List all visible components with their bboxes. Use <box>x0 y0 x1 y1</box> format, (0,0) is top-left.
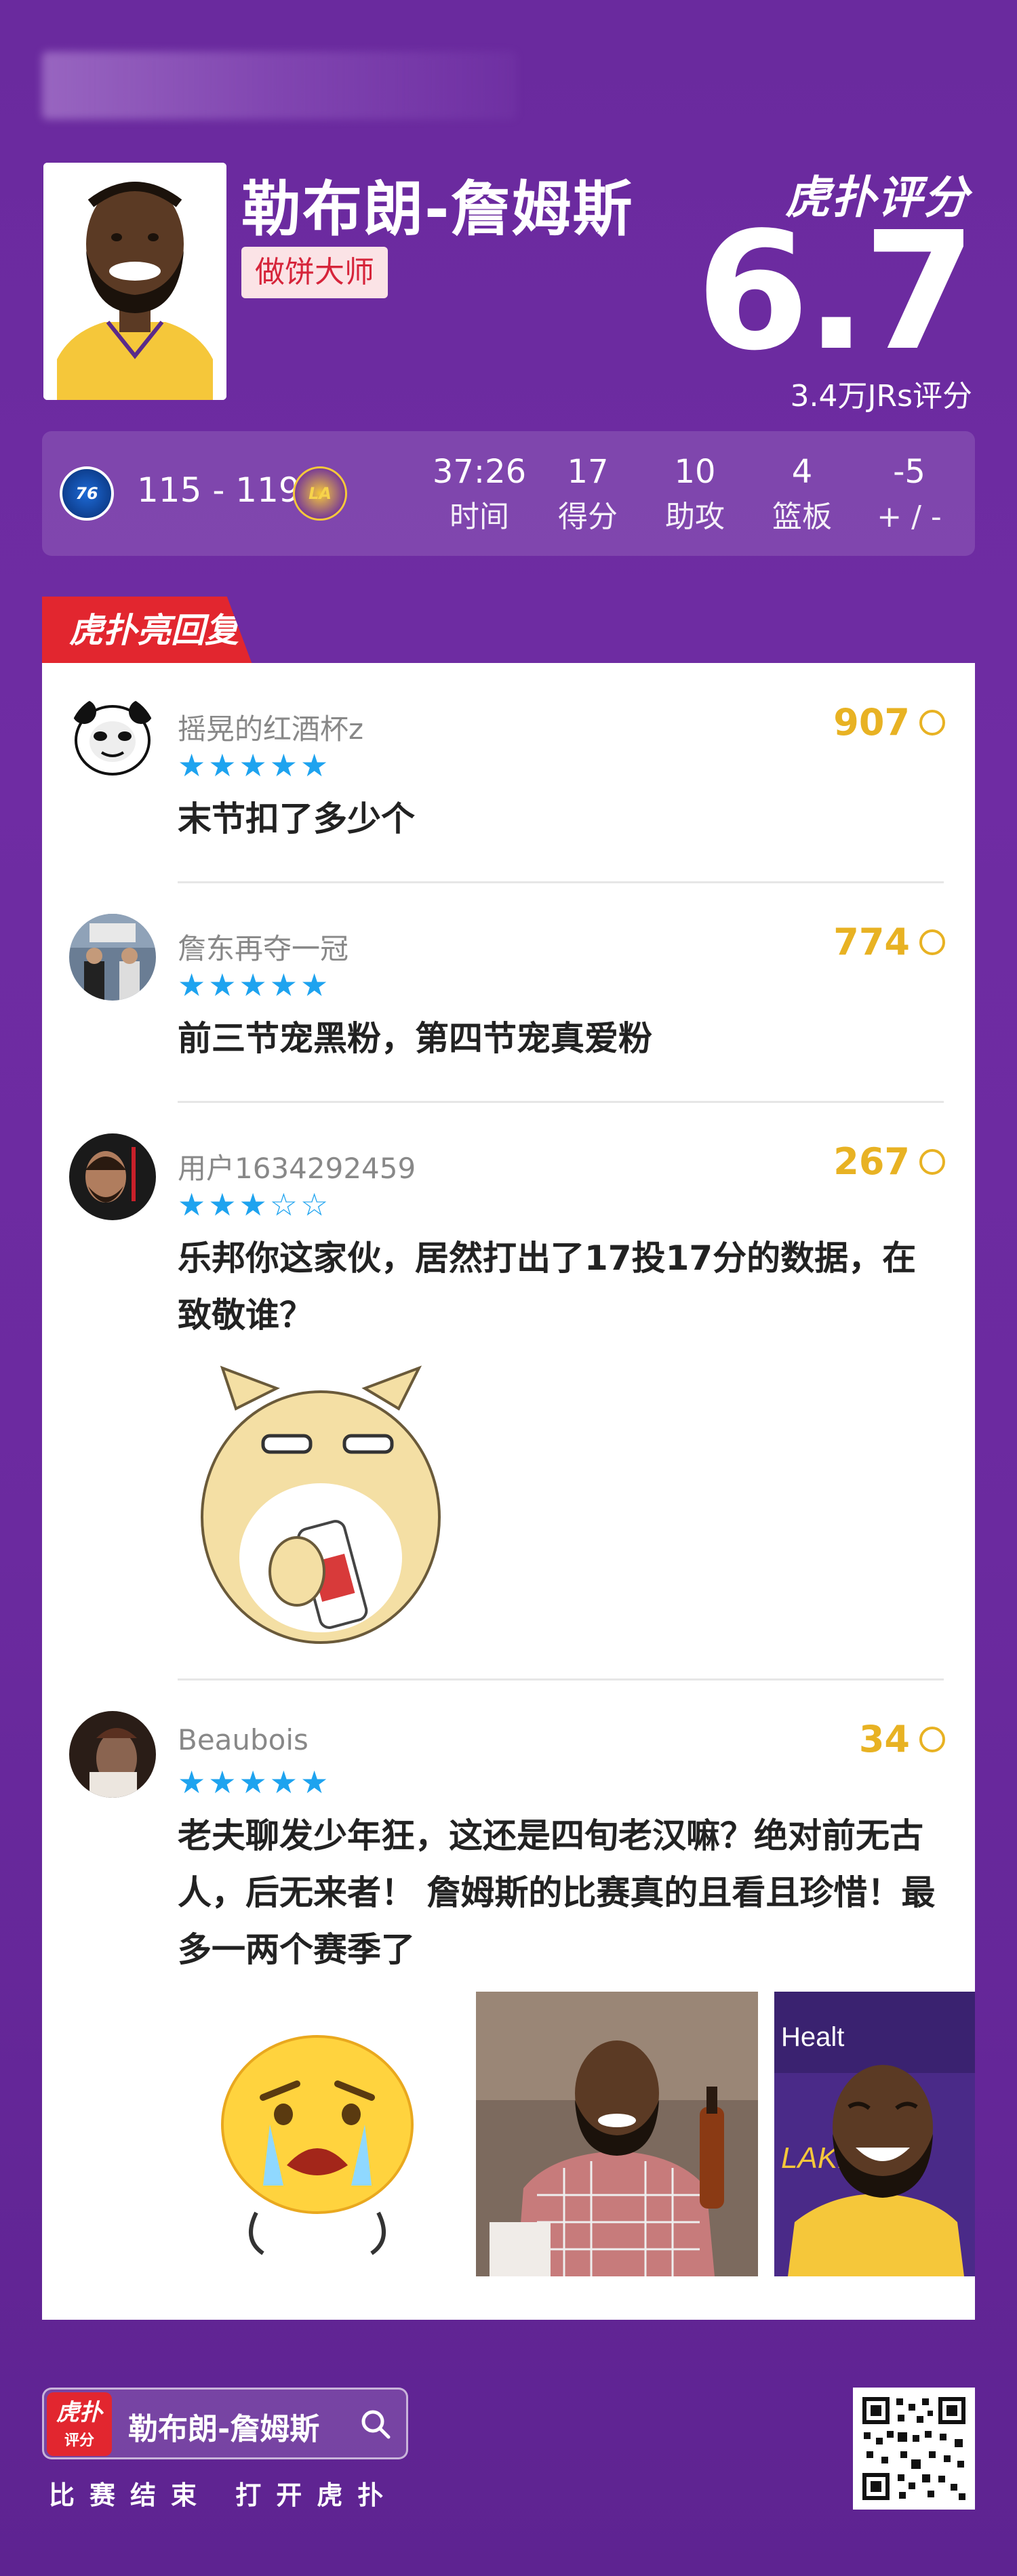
stat-label: 助攻 <box>665 500 725 534</box>
qr-code[interactable] <box>853 2388 975 2510</box>
footer-search-text: 勒布朗-詹姆斯 <box>128 2412 320 2447</box>
stat-points: 17 得分 <box>537 450 639 541</box>
like-count[interactable]: 774 <box>833 921 945 963</box>
crying-emoji-sticker[interactable] <box>175 1996 460 2276</box>
hupu-app-logo: 虎扑 评分 <box>47 2392 112 2456</box>
game-score: 115 - 119 <box>137 470 300 510</box>
avatar[interactable] <box>69 694 156 781</box>
highlight-replies-tag: 虎扑亮回复 <box>42 597 252 664</box>
home-team-logo-icon: 76 <box>60 466 114 521</box>
player-photo <box>43 163 226 400</box>
search-icon[interactable] <box>360 2409 391 2440</box>
comment-username[interactable]: 詹东再夺一冠 <box>178 926 348 967</box>
avatar[interactable] <box>69 1711 156 1798</box>
like-count-value: 267 <box>833 1140 910 1183</box>
dog-drinking-sticker[interactable] <box>175 1361 466 1646</box>
lightbulb-icon[interactable] <box>919 1148 945 1175</box>
player-score: 6.7 <box>696 197 976 386</box>
rating-stars: ★★★★★ <box>178 747 332 784</box>
stat-value: -5 <box>893 453 925 491</box>
stat-value: 17 <box>567 453 609 491</box>
divider <box>178 881 944 883</box>
like-count[interactable]: 34 <box>859 1718 945 1760</box>
comment-text: 前三节宠黑粉，第四节宠真爱粉 <box>178 1019 652 1058</box>
footer-caption: 比赛结束 打开虎扑 <box>49 2480 399 2510</box>
comment-text: 老夫聊发少年狂，这还是四旬老汉嘛？绝对前无古人，后无来者！ 詹姆斯的比赛真的且看… <box>178 1816 936 1969</box>
comment-text: 末节扣了多少个 <box>178 799 415 839</box>
divider <box>178 1678 944 1681</box>
stat-value: 4 <box>791 453 813 491</box>
like-count-value: 907 <box>833 701 910 744</box>
like-count-value: 774 <box>833 921 910 963</box>
comments-card: 摇晃的红酒杯z ★★★★★ 907 末节扣了多少个 詹东再夺一冠 ★★★★★ 7… <box>42 663 975 2320</box>
game-stats-bar: 76 115 - 119 LA 37:26 时间 17 得分 10 助攻 4 篮… <box>42 431 975 556</box>
stat-value: 10 <box>674 453 716 491</box>
like-count-value: 34 <box>858 1718 910 1760</box>
stat-plus-minus: -5 + / - <box>858 450 960 541</box>
comment-text: 乐邦你这家伙，居然打出了17投17分的数据，在致敬谁？ <box>178 1239 917 1335</box>
stat-label: 时间 <box>450 500 509 534</box>
stat-label: 篮板 <box>772 500 832 534</box>
rating-count: 3.4万JRs评分 <box>790 379 972 414</box>
nickname-badge: 做饼大师 <box>241 247 388 298</box>
rating-stars: ★★★☆☆ <box>178 1186 332 1223</box>
divider <box>178 1101 944 1103</box>
stat-rebounds: 4 篮板 <box>751 450 853 541</box>
stat-value: 37:26 <box>432 453 527 491</box>
blurred-header-text <box>42 52 517 119</box>
avatar[interactable] <box>69 1133 156 1220</box>
stat-assists: 10 助攻 <box>644 450 746 541</box>
rating-stars: ★★★★★ <box>178 1764 332 1800</box>
footer-search-bar[interactable]: 虎扑 评分 勒布朗-詹姆斯 <box>42 2388 408 2459</box>
lebron-holding-bottle-photo[interactable] <box>476 1992 758 2276</box>
lakers-logo-icon: LA <box>293 466 347 521</box>
stat-minutes: 37:26 时间 <box>428 450 530 541</box>
player-name: 勒布朗-詹姆斯 <box>241 174 634 244</box>
stat-label: 得分 <box>558 500 618 534</box>
comment-username[interactable]: 摇晃的红酒杯z <box>178 706 363 748</box>
logo-text: 虎扑 <box>56 2399 102 2426</box>
comment-username[interactable]: 用户1634292459 <box>178 1146 416 1187</box>
avatar[interactable] <box>69 914 156 1001</box>
like-count[interactable]: 907 <box>833 701 945 744</box>
svg-text:Healt: Healt <box>781 2022 844 2052</box>
lightbulb-icon[interactable] <box>919 929 945 955</box>
comment-username[interactable]: Beaubois <box>178 1723 308 1756</box>
lightbulb-icon[interactable] <box>919 709 945 736</box>
rating-stars: ★★★★★ <box>178 967 332 1003</box>
like-count[interactable]: 267 <box>833 1140 945 1183</box>
stat-label: + / - <box>877 500 942 534</box>
lightbulb-icon[interactable] <box>919 1726 945 1752</box>
logo-subtext: 评分 <box>64 2432 94 2449</box>
lebron-laughing-photo[interactable]: Healt LAKERS <box>774 1992 975 2276</box>
